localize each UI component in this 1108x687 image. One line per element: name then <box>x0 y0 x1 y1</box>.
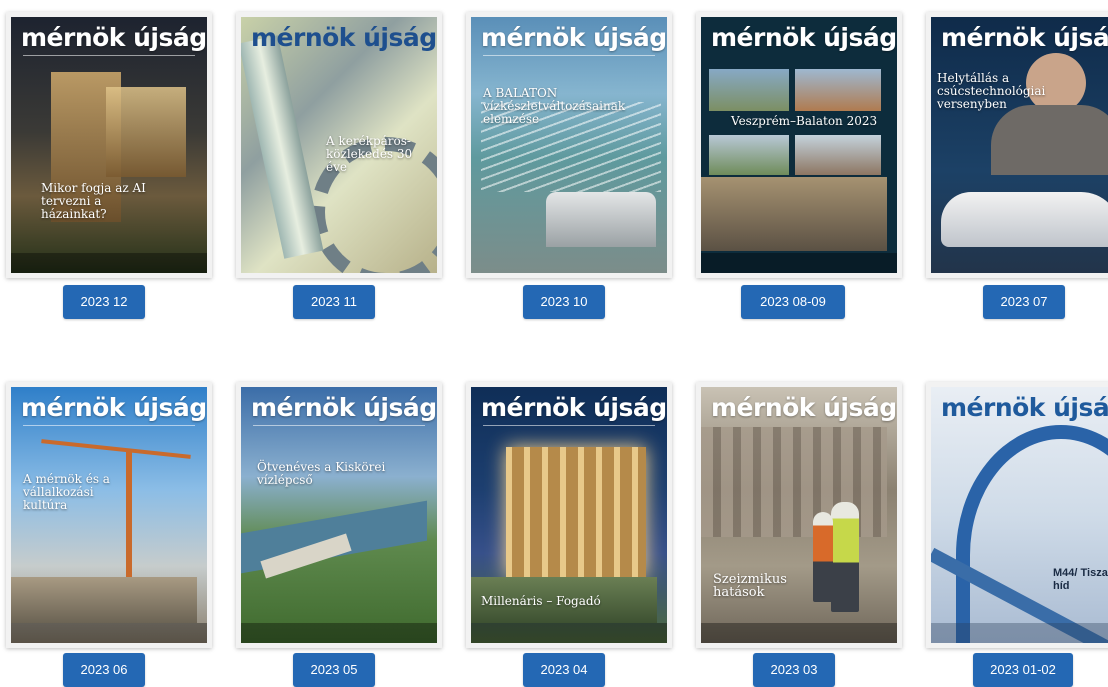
cover-headline: Mikor fogja az AI tervezni a házainkat? <box>41 181 146 221</box>
cover-footer <box>11 253 207 273</box>
masthead: mérnök újság <box>941 23 1108 52</box>
cover-headline: M44/ Tisza-híd <box>1053 567 1108 592</box>
divider <box>253 425 425 426</box>
photo-tile <box>795 69 881 111</box>
masthead: mérnök újság <box>251 23 437 52</box>
magazine-cover[interactable]: mérnök újság Millenáris – Fogadó <box>466 382 672 648</box>
masthead: mérnök újság <box>251 393 437 422</box>
issue-button[interactable]: 2023 12 <box>63 285 145 319</box>
portrait-illustration <box>1026 53 1086 113</box>
issue-button[interactable]: 2023 10 <box>523 285 605 319</box>
portrait-illustration <box>991 105 1108 175</box>
worker-illustration <box>813 512 833 602</box>
magazine-cover[interactable]: mérnök újság Mikor fogja az AI tervezni … <box>6 12 212 278</box>
photo-tile <box>795 135 881 175</box>
cover-footer <box>471 623 667 643</box>
issue-button[interactable]: 2023 04 <box>523 653 605 687</box>
cover-headline: A BALATON vízkészletváltozásainak elemzé… <box>483 86 626 126</box>
cover-headline: A mérnök és a vállalkozási kultúra <box>23 472 110 512</box>
divider <box>23 55 195 56</box>
cover-headline: Ötvenéves a Kiskörei vízlépcső <box>257 460 386 487</box>
magazine-cover[interactable]: mérnök újság A mérnök és a vállalkozási … <box>6 382 212 648</box>
ruins-illustration <box>701 427 887 537</box>
masthead: mérnök újság <box>481 23 667 52</box>
cover-footer <box>701 623 897 643</box>
issue-button[interactable]: 2023 03 <box>753 653 835 687</box>
cover-headline: A kerékpáros-közlekedés 30 éve <box>326 134 413 174</box>
magazine-cover[interactable]: mérnök újság Veszprém–Balaton 2023 <box>696 12 902 278</box>
issue-button[interactable]: 2023 01-02 <box>973 653 1073 687</box>
cover-headline: Helytállás a csúcstechnológiai versenybe… <box>937 71 1046 111</box>
masthead: mérnök újság <box>21 23 207 52</box>
race-car-illustration <box>941 192 1108 247</box>
chain-illustration <box>241 35 324 259</box>
issue-button[interactable]: 2023 06 <box>63 653 145 687</box>
cover-headline: Millenáris – Fogadó <box>481 594 601 608</box>
magazine-cover[interactable]: mérnök újság Ötvenéves a Kiskörei vízlép… <box>236 382 442 648</box>
divider <box>23 425 195 426</box>
building-illustration <box>546 192 656 247</box>
worker-illustration <box>831 502 859 612</box>
cover-footer <box>931 623 1108 643</box>
divider <box>483 425 655 426</box>
issue-button[interactable]: 2023 11 <box>293 285 375 319</box>
magazine-cover[interactable]: mérnök újság M44/ Tisza-híd <box>926 382 1108 648</box>
magazine-cover[interactable]: mérnök újság A kerékpáros-közlekedés 30 … <box>236 12 442 278</box>
building-illustration <box>506 447 646 577</box>
magazine-cover[interactable]: mérnök újság Szeizmikus hatások <box>696 382 902 648</box>
cover-headline: Veszprém–Balaton 2023 <box>731 114 878 128</box>
divider <box>483 55 655 56</box>
issue-button[interactable]: 2023 05 <box>293 653 375 687</box>
photo-tile <box>709 135 789 175</box>
building-illustration <box>106 87 186 177</box>
masthead: mérnök újság <box>711 393 897 422</box>
issue-button[interactable]: 2023 07 <box>983 285 1065 319</box>
cover-headline: Szeizmikus hatások <box>713 572 787 600</box>
cover-footer <box>11 623 207 643</box>
masthead: mérnök újság <box>21 393 207 422</box>
issue-button[interactable]: 2023 08-09 <box>741 285 845 319</box>
masthead: mérnök újság <box>481 393 667 422</box>
cover-footer <box>241 623 437 643</box>
crane-illustration <box>41 439 191 459</box>
magazine-cover[interactable]: mérnök újság A BALATON vízkészletváltozá… <box>466 12 672 278</box>
masthead: mérnök újság <box>711 23 897 52</box>
magazine-cover[interactable]: mérnök újság Helytállás a csúcstechnológ… <box>926 12 1108 278</box>
photo-tile <box>701 177 887 251</box>
bridge-illustration <box>11 577 197 623</box>
photo-tile <box>709 69 789 111</box>
masthead: mérnök újság <box>941 393 1108 422</box>
cover-footer <box>701 253 897 273</box>
